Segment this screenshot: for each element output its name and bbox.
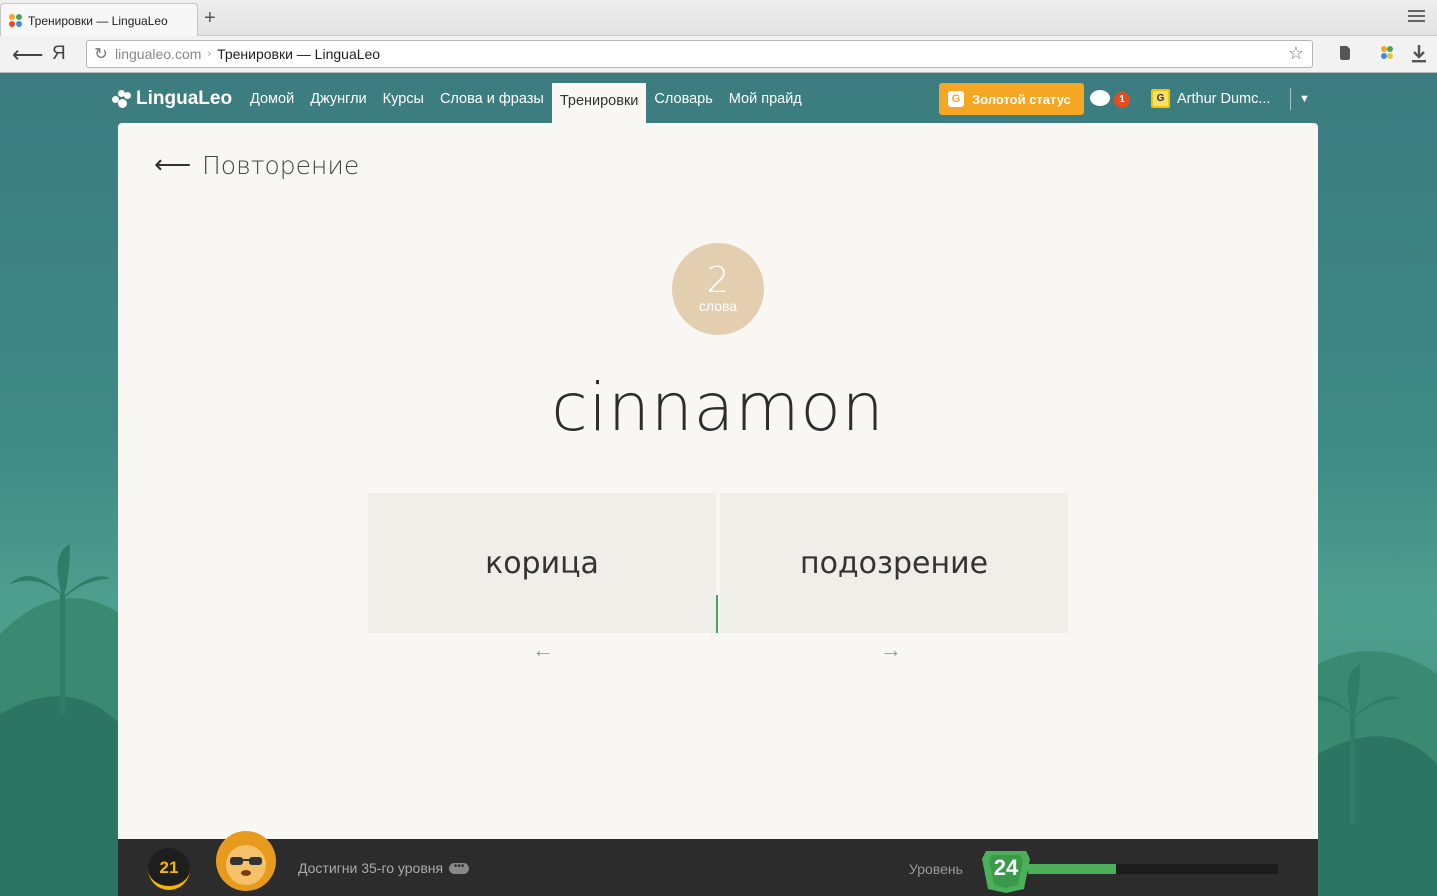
download-icon[interactable]: [1411, 44, 1427, 69]
words-count: 2: [706, 260, 730, 301]
words-count-badge: 2 слова: [672, 243, 764, 335]
nav-item-home[interactable]: Домой: [242, 74, 302, 123]
lingualeo-logo[interactable]: LinguaLeo: [112, 88, 232, 110]
progress-marker: [716, 595, 718, 633]
reload-icon[interactable]: ↻: [87, 44, 115, 64]
bottom-status-bar: 21 Достигни 35-го уровня ••• Уровень 24: [118, 831, 1318, 896]
evernote-extension-icon[interactable]: [1337, 44, 1353, 66]
url-page-title: Тренировки — LinguaLeo: [217, 46, 381, 62]
level-progress-fill: [1028, 864, 1116, 874]
back-arrow-icon[interactable]: ⟵: [154, 149, 191, 180]
user-status-icon: G: [1151, 89, 1170, 108]
nav-item-dictionary[interactable]: Словарь: [646, 74, 720, 123]
notifications-button[interactable]: 1: [1090, 90, 1130, 111]
lingualeo-extension-icon[interactable]: [1378, 44, 1396, 67]
back-arrow-icon[interactable]: ⟵: [12, 42, 44, 68]
url-separator: ›: [207, 48, 212, 60]
chevron-down-icon[interactable]: ▼: [1290, 88, 1310, 110]
right-arrow-hint-icon: →: [880, 637, 902, 662]
answer-options: корица подозрение: [368, 493, 1068, 633]
page-title: Повторение: [202, 151, 360, 180]
lion-mascot-icon: [216, 831, 276, 891]
level-progress-bar: [1028, 864, 1278, 874]
site-header: LinguaLeo Домой Джунгли Курсы Слова и фр…: [0, 74, 1437, 123]
paw-logo-icon: [112, 90, 132, 108]
words-count-label: слова: [698, 298, 738, 314]
answer-divider: [716, 493, 720, 633]
url-host: lingualeo.com: [115, 46, 202, 62]
user-menu[interactable]: G Arthur Dumc...: [1151, 89, 1270, 108]
browser-tab-title: Тренировки — LinguaLeo: [28, 13, 168, 28]
browser-tab-bar: Тренировки — LinguaLeo +: [0, 0, 1437, 37]
answer-option-left[interactable]: корица: [368, 493, 716, 633]
bookmark-star-icon[interactable]: ☆: [1288, 43, 1304, 64]
meatballs-coin[interactable]: 21: [148, 848, 190, 890]
user-name: Arthur Dumc...: [1177, 90, 1271, 107]
training-card: ⟵ Повторение 2 слова cinnamon корица под…: [118, 123, 1318, 839]
goal-banner[interactable]: Достигни 35-го уровня •••: [298, 860, 470, 876]
lingualeo-favicon-icon: [9, 14, 22, 27]
chat-bubble-icon: [1090, 90, 1110, 106]
address-bar[interactable]: ↻ lingualeo.com › Тренировки — LinguaLeo…: [86, 40, 1313, 68]
left-arrow-hint-icon: ←: [532, 637, 554, 662]
gold-status-label: Золотой статус: [972, 91, 1071, 107]
goal-text: Достигни 35-го уровня: [298, 860, 444, 876]
nav-item-trainings[interactable]: Тренировки: [551, 83, 647, 123]
level-label: Уровень: [909, 861, 963, 877]
nav-item-pride[interactable]: Мой прайд: [721, 74, 810, 123]
browser-toolbar: ⟵ Я ↻ lingualeo.com › Тренировки — Lingu…: [0, 36, 1437, 73]
browser-menu-icon[interactable]: [1408, 10, 1425, 25]
more-dots-icon[interactable]: •••: [449, 861, 470, 874]
new-tab-button[interactable]: +: [204, 8, 216, 28]
gold-status-button[interactable]: G Золотой статус: [939, 83, 1084, 115]
nav-item-jungle[interactable]: Джунгли: [302, 74, 374, 123]
yandex-button[interactable]: Я: [52, 43, 66, 65]
main-nav: Домой Джунгли Курсы Слова и фразы Тренир…: [242, 74, 810, 123]
question-word: cinnamon: [551, 369, 885, 446]
browser-tab[interactable]: Тренировки — LinguaLeo: [0, 3, 198, 37]
answer-option-right[interactable]: подозрение: [720, 493, 1068, 633]
logo-text: LinguaLeo: [136, 88, 233, 109]
notification-badge: 1: [1114, 92, 1130, 108]
level-number: 24: [993, 855, 1019, 880]
nav-item-courses[interactable]: Курсы: [375, 74, 432, 123]
nav-item-words[interactable]: Слова и фразы: [432, 74, 552, 123]
gold-status-icon: G: [948, 91, 964, 107]
level-shield: 24: [978, 849, 1034, 893]
